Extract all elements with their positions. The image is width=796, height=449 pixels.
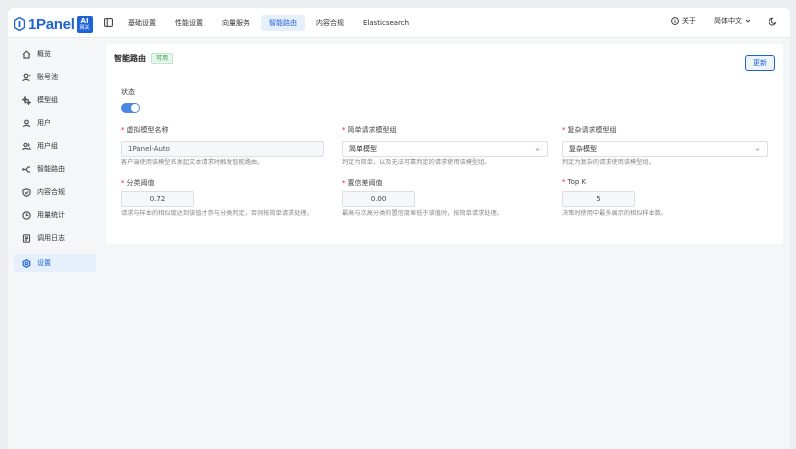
- sidebar-item-label: 用量统计: [37, 211, 65, 219]
- sidebar-item-overview[interactable]: 概览: [14, 45, 96, 63]
- sidebar-item-content-compliance[interactable]: 内容合规: [14, 183, 96, 201]
- tab-basic-settings[interactable]: 基础设置: [120, 15, 164, 31]
- tab-vector-service[interactable]: 向量服务: [214, 15, 258, 31]
- sidebar-item-user-group[interactable]: 用户组: [14, 137, 96, 155]
- sidebar-item-label: 内容合规: [37, 188, 65, 196]
- sidebar-item-label: 模型组: [37, 96, 58, 104]
- required-mark: *: [562, 126, 566, 134]
- required-mark: *: [562, 178, 566, 186]
- log-icon: [22, 233, 31, 243]
- gear-icon: [22, 258, 31, 268]
- sidebar-item-label: 概览: [37, 50, 51, 58]
- complex-group-label-text: 复杂请求模型组: [567, 126, 617, 134]
- sidebar-item-smart-routing[interactable]: 智能路由: [14, 160, 96, 178]
- complex-group-hint: 判定为复杂的请求使用该模型组。: [562, 159, 655, 166]
- tab-elasticsearch[interactable]: Elasticsearch: [355, 15, 417, 31]
- tab-smart-routing[interactable]: 智能路由: [261, 15, 305, 31]
- shield-icon: [22, 187, 31, 197]
- chevron-down-icon: [755, 148, 760, 151]
- complex-group-label: * 复杂请求模型组: [562, 125, 617, 135]
- complex-group-value: 复杂模型: [569, 145, 597, 153]
- virtual-model-hint: 客户端使用该模型名发起文本请求时触发智能路由。: [121, 159, 264, 166]
- tab-content-compliance[interactable]: 内容合规: [308, 15, 352, 31]
- top-right-actions: 关于 简体中文: [671, 16, 778, 26]
- sidebar-item-usage-stats[interactable]: 用量统计: [14, 206, 96, 224]
- update-button[interactable]: 更新: [745, 55, 775, 71]
- clock-icon: [22, 210, 31, 220]
- logo-badge-ai: AI: [80, 16, 89, 25]
- required-mark: *: [342, 126, 346, 134]
- status-toggle[interactable]: [121, 103, 140, 113]
- info-icon: [671, 17, 679, 25]
- top-nav: 基础设置 性能设置 向量服务 智能路由 内容合规 Elasticsearch: [120, 15, 417, 31]
- required-mark: *: [121, 179, 125, 187]
- sidebar-item-label: 账号池: [37, 73, 58, 81]
- simple-group-hint: 判定为简单，以及无法可靠判定的请求使用该模型组。: [342, 159, 491, 166]
- sparkle-icon: [22, 95, 31, 105]
- confidence-threshold-label-text: 置信差阈值: [347, 179, 383, 187]
- logo-badge-gateway: 网关: [79, 24, 90, 31]
- virtual-model-label: * 虚拟模型名称: [121, 125, 169, 135]
- virtual-model-input[interactable]: 1Panel-Auto: [121, 141, 324, 157]
- sidebar-item-users[interactable]: 用户: [14, 114, 96, 132]
- required-mark: *: [342, 179, 346, 187]
- route-icon: [22, 165, 30, 173]
- sidebar-item-settings[interactable]: 设置: [14, 254, 96, 272]
- logo-text: 1Panel: [28, 15, 75, 33]
- sidebar-item-label: 用户: [37, 119, 51, 127]
- chevron-down-icon: [535, 148, 540, 151]
- complex-group-select[interactable]: 复杂模型: [562, 141, 768, 157]
- classify-threshold-input[interactable]: 0.72: [121, 191, 194, 207]
- status-label: 状态: [121, 88, 135, 96]
- virtual-model-label-text: 虚拟模型名称: [126, 126, 169, 134]
- logo-badge: AI 网关: [76, 15, 93, 33]
- top-k-label-text: Top K: [567, 178, 587, 186]
- about-button[interactable]: 关于: [671, 16, 696, 26]
- sidebar-item-call-logs[interactable]: 调用日志: [14, 229, 96, 247]
- dark-mode-moon-icon[interactable]: [769, 17, 778, 26]
- card-header: 智能路由 可用: [114, 53, 174, 64]
- sidebar-item-account-pool[interactable]: 账号池: [14, 68, 96, 86]
- sidebar-item-model-group[interactable]: 模型组: [14, 91, 96, 109]
- classify-threshold-hint: 请求与样本的相似度达到该值才参与分类判定，否则按简单请求处理。: [121, 210, 313, 217]
- top-k-hint: 决策时使用中最多展示的相似样本数。: [562, 210, 668, 217]
- home-icon: [22, 49, 31, 59]
- page-title: 智能路由: [114, 54, 146, 63]
- sidebar-toggle-icon[interactable]: [104, 18, 113, 27]
- confidence-threshold-input[interactable]: 0.00: [342, 191, 415, 207]
- simple-group-value: 简单模型: [349, 145, 377, 153]
- top-bar: 1Panel AI 网关 基础设置 性能设置 向量服务 智能路由 内容合规 El…: [8, 8, 790, 38]
- user-icon: [22, 119, 31, 127]
- sidebar: 概览 账号池 模型组 用户 用户组 智能路由 内容合规 用量统计 调用日志 设置: [8, 38, 100, 449]
- users-icon: [22, 142, 31, 150]
- simple-group-label-text: 简单请求模型组: [347, 126, 397, 134]
- user-icon: [22, 73, 31, 81]
- chevron-down-icon: [745, 19, 751, 23]
- confidence-threshold-hint: 最高与次高分类的置信度差低于该值时，按简单请求处理。: [342, 210, 503, 217]
- simple-group-label: * 简单请求模型组: [342, 125, 397, 135]
- status-badge: 可用: [151, 53, 174, 64]
- sidebar-item-label: 设置: [37, 259, 51, 267]
- top-k-label: * Top K: [562, 178, 586, 186]
- classify-threshold-label: * 分类阈值: [121, 178, 155, 188]
- app-window: 1Panel AI 网关 基础设置 性能设置 向量服务 智能路由 内容合规 El…: [8, 8, 790, 449]
- language-select[interactable]: 简体中文: [714, 16, 751, 26]
- tab-performance-settings[interactable]: 性能设置: [167, 15, 211, 31]
- logo[interactable]: 1Panel AI 网关: [14, 14, 93, 34]
- smart-routing-card: 智能路由 可用 更新 状态 * 虚拟模型名称 1Panel-Auto 客户端使用该…: [106, 44, 783, 244]
- required-mark: *: [121, 126, 125, 134]
- about-label: 关于: [682, 17, 696, 25]
- sidebar-item-label: 调用日志: [37, 234, 65, 242]
- top-k-input[interactable]: 5: [562, 191, 635, 207]
- language-label: 简体中文: [714, 17, 742, 25]
- simple-group-select[interactable]: 简单模型: [342, 141, 548, 157]
- sidebar-item-label: 智能路由: [37, 165, 65, 173]
- classify-threshold-label-text: 分类阈值: [126, 179, 155, 187]
- sidebar-item-label: 用户组: [37, 142, 58, 150]
- logo-hexagon-icon: [14, 17, 25, 31]
- confidence-threshold-label: * 置信差阈值: [342, 178, 383, 188]
